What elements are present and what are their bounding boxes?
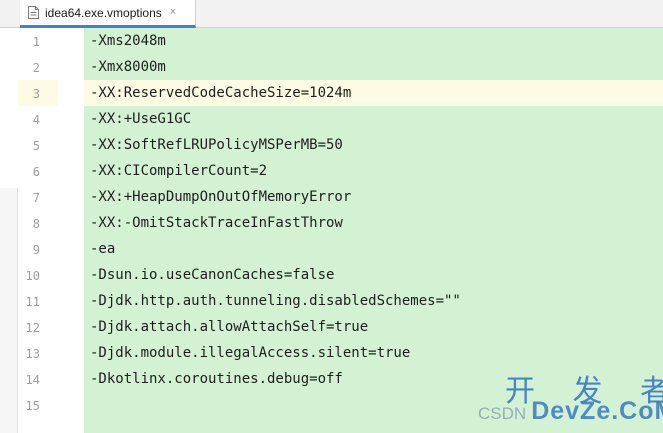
line-number: 13 [18, 340, 58, 366]
line-number-text: 11 [25, 295, 40, 309]
line-number: 12 [18, 314, 58, 340]
line-number-text: 15 [25, 399, 40, 413]
line-number: 7 [18, 184, 58, 210]
editor-line[interactable]: 4 -XX:+UseG1GC [0, 106, 663, 132]
line-code[interactable]: -XX:SoftRefLRUPolicyMSPerMB=50 [84, 132, 663, 158]
line-number: 9 [18, 236, 58, 262]
line-number-text: 6 [32, 165, 40, 179]
line-number: 15 [18, 392, 58, 418]
editor-line[interactable]: 6 -XX:CICompilerCount=2 [0, 158, 663, 184]
line-code[interactable]: -Djdk.module.illegalAccess.silent=true [84, 340, 663, 366]
watermark-brand: DevZe.CoM [531, 397, 663, 425]
editor-line[interactable]: 3 -XX:ReservedCodeCacheSize=1024m [0, 80, 663, 106]
file-icon [28, 6, 39, 19]
editor-line[interactable]: 13 -Djdk.module.illegalAccess.silent=true [0, 340, 663, 366]
line-number: 14 [18, 366, 58, 392]
editor-line[interactable]: 2 -Xmx8000m [0, 54, 663, 80]
tab-label: idea64.exe.vmoptions [45, 5, 162, 20]
line-code[interactable]: -Dsun.io.useCanonCaches=false [84, 262, 663, 288]
editor-line[interactable]: 5 -XX:SoftRefLRUPolicyMSPerMB=50 [0, 132, 663, 158]
line-number: 4 [18, 106, 58, 132]
line-number-text: 9 [32, 243, 40, 257]
line-number-text: 8 [32, 217, 40, 231]
line-number-text: 12 [25, 321, 40, 335]
editor-line[interactable]: 10 -Dsun.io.useCanonCaches=false [0, 262, 663, 288]
line-number-text: 2 [32, 61, 40, 75]
close-icon[interactable]: × [170, 7, 176, 18]
line-code[interactable]: -XX:+UseG1GC [84, 106, 663, 132]
line-number-text: 13 [25, 347, 40, 361]
line-number-text: 7 [32, 191, 40, 205]
line-number-text: 14 [25, 373, 40, 387]
tab-bar: idea64.exe.vmoptions × [0, 0, 663, 28]
line-code[interactable]: -Xms2048m [84, 28, 663, 54]
line-code[interactable]: -XX:CICompilerCount=2 [84, 158, 663, 184]
line-number-text: 3 [32, 87, 40, 101]
line-code[interactable]: -ea [84, 236, 663, 262]
line-number: 6 [18, 158, 58, 184]
line-code[interactable]: -Xmx8000m [84, 54, 663, 80]
line-number-text: 10 [25, 269, 40, 283]
line-code[interactable]: -Djdk.http.auth.tunneling.disabledScheme… [84, 288, 663, 314]
watermark-prefix: CSDN [478, 404, 527, 423]
line-code[interactable]: -XX:+HeapDumpOnOutOfMemoryError [84, 184, 663, 210]
editor-line[interactable]: 1 -Xms2048m [0, 28, 663, 54]
line-number-text: 4 [32, 113, 40, 127]
line-number: 5 [18, 132, 58, 158]
editor-line[interactable]: 7 -XX:+HeapDumpOnOutOfMemoryError [0, 184, 663, 210]
editor-line[interactable]: 11 -Djdk.http.auth.tunneling.disabledSche… [0, 288, 663, 314]
line-number-text: 1 [32, 35, 40, 49]
line-number: 8 [18, 210, 58, 236]
editor-line[interactable]: 9 -ea [0, 236, 663, 262]
line-code[interactable]: -XX:ReservedCodeCacheSize=1024m [84, 80, 663, 106]
editor-line[interactable]: 12 -Djdk.attach.allowAttachSelf=true [0, 314, 663, 340]
line-number: 2 [18, 54, 58, 80]
tab-vmoptions-file[interactable]: idea64.exe.vmoptions × [20, 0, 196, 28]
watermark: CSDN DevZe.CoM [478, 397, 663, 426]
editor-lines: 1 -Xms2048m 2 -Xmx8000m 3 -XX:ReservedCodeCac… [0, 28, 663, 418]
line-number-text: 5 [32, 139, 40, 153]
line-code[interactable]: -XX:-OmitStackTraceInFastThrow [84, 210, 663, 236]
line-number: 1 [18, 28, 58, 54]
editor-line[interactable]: 8 -XX:-OmitStackTraceInFastThrow [0, 210, 663, 236]
line-number: 11 [18, 288, 58, 314]
line-code[interactable]: -Djdk.attach.allowAttachSelf=true [84, 314, 663, 340]
line-number: 3 [18, 80, 58, 106]
line-number: 10 [18, 262, 58, 288]
